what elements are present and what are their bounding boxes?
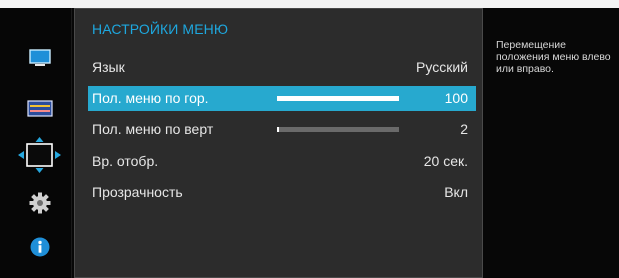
position-icon[interactable] — [17, 136, 62, 174]
menu-item-value: 20 сек. — [423, 153, 468, 169]
menu-item-display-time[interactable]: Вр. отобр. 20 сек. — [88, 149, 476, 174]
horizontal-position-slider[interactable] — [277, 96, 399, 101]
menu-panel: НАСТРОЙКИ МЕНЮ Язык Русский Пол. меню по… — [74, 8, 483, 278]
help-text: Перемещение положения меню влево или впр… — [496, 39, 611, 75]
picture-icon[interactable] — [27, 100, 53, 117]
menu-item-label: Язык — [92, 59, 125, 75]
menu-item-value: Русский — [416, 59, 468, 75]
sidebar — [0, 8, 72, 278]
help-panel: Перемещение положения меню влево или впр… — [484, 8, 619, 278]
gear-icon[interactable] — [29, 192, 51, 214]
menu-item-label: Пол. меню по верт — [92, 121, 214, 137]
vertical-position-slider[interactable] — [277, 127, 399, 132]
menu-item-value: 2 — [460, 121, 468, 137]
menu-item-language[interactable]: Язык Русский — [88, 55, 476, 80]
menu-item-value: Вкл — [444, 184, 468, 200]
menu-item-label: Вр. отобр. — [92, 153, 159, 169]
menu-item-label: Прозрачность — [92, 184, 183, 200]
menu-item-horizontal-position[interactable]: Пол. меню по гор. 100 — [88, 86, 476, 111]
display-icon[interactable] — [29, 49, 51, 68]
menu-title: НАСТРОЙКИ МЕНЮ — [92, 21, 229, 37]
menu-item-transparency[interactable]: Прозрачность Вкл — [88, 180, 476, 205]
menu-item-value: 100 — [444, 90, 468, 106]
info-icon[interactable] — [30, 237, 50, 257]
slider-fill — [277, 127, 280, 132]
slider-fill — [277, 96, 399, 101]
menu-item-vertical-position[interactable]: Пол. меню по верт 2 — [88, 117, 476, 142]
menu-item-label: Пол. меню по гор. — [92, 90, 209, 106]
